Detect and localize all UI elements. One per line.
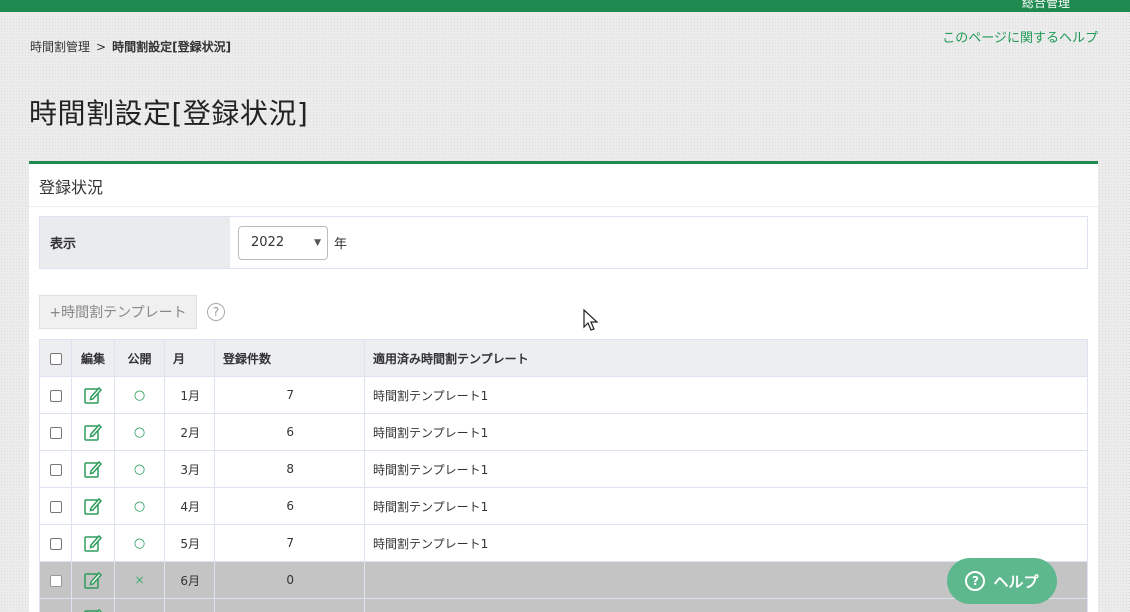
top-bar: 総合管理 xyxy=(0,0,1130,12)
floating-help-label: ヘルプ xyxy=(993,572,1039,591)
registration-panel: 登録状況 表示 2022 ▼ 年 +時間割テンプレート ? 編集 公開 月 登録… xyxy=(29,161,1098,612)
row-public: ○ xyxy=(114,450,165,488)
edit-icon[interactable] xyxy=(83,533,103,553)
header-public: 公開 xyxy=(114,339,165,377)
edit-icon[interactable] xyxy=(83,422,103,442)
row-edit-cell[interactable] xyxy=(71,524,115,562)
registration-table: 編集 公開 月 登録件数 適用済み時間割テンプレート ○ 1月 7 時間割テンプ… xyxy=(39,339,1088,612)
public-status: ○ xyxy=(133,424,146,440)
help-question-icon[interactable]: ? xyxy=(207,303,225,321)
row-count: 7 xyxy=(214,376,365,414)
public-status: ○ xyxy=(133,498,146,514)
row-checkbox[interactable] xyxy=(49,389,62,402)
row-count: 0 xyxy=(214,598,365,612)
header-select-all[interactable] xyxy=(39,339,72,377)
filter-label: 表示 xyxy=(40,217,230,268)
row-public: ○ xyxy=(114,524,165,562)
table-row: ○ 5月 7 時間割テンプレート1 xyxy=(39,524,1088,562)
row-select-cell[interactable] xyxy=(39,376,72,414)
row-month: 5月 xyxy=(164,524,215,562)
filter-value: 2022 ▼ 年 xyxy=(230,217,347,268)
row-select-cell[interactable] xyxy=(39,413,72,451)
row-checkbox[interactable] xyxy=(49,426,62,439)
row-month: 4月 xyxy=(164,487,215,525)
breadcrumb-current: 時間割設定[登録状況] xyxy=(112,40,232,54)
row-template: 時間割テンプレート1 xyxy=(364,487,1088,525)
public-status: ○ xyxy=(133,461,146,477)
table-header-row: 編集 公開 月 登録件数 適用済み時間割テンプレート xyxy=(39,339,1088,377)
edit-icon[interactable] xyxy=(83,607,103,612)
row-select-cell[interactable] xyxy=(39,487,72,525)
table-row: × 6月 0 xyxy=(39,561,1088,599)
row-month: 6月 xyxy=(164,561,215,599)
row-select-cell[interactable] xyxy=(39,524,72,562)
floating-help-button[interactable]: ? ヘルプ xyxy=(947,558,1057,604)
row-edit-cell[interactable] xyxy=(71,376,115,414)
row-count: 0 xyxy=(214,561,365,599)
panel-divider xyxy=(29,206,1098,207)
row-month: 1月 xyxy=(164,376,215,414)
row-checkbox[interactable] xyxy=(49,574,62,587)
page-title: 時間割設定[登録状況] xyxy=(29,97,309,130)
panel-title: 登録状況 xyxy=(39,178,104,197)
header-month: 月 xyxy=(164,339,215,377)
table-row: ○ 1月 7 時間割テンプレート1 xyxy=(39,376,1088,414)
row-month: 2月 xyxy=(164,413,215,451)
row-month: 7月 xyxy=(164,598,215,612)
row-select-cell[interactable] xyxy=(39,598,72,612)
row-select-cell[interactable] xyxy=(39,561,72,599)
table-row: ○ 3月 8 時間割テンプレート1 xyxy=(39,450,1088,488)
row-count: 7 xyxy=(214,524,365,562)
row-template: 時間割テンプレート1 xyxy=(364,524,1088,562)
breadcrumb: 時間割管理 > 時間割設定[登録状況] xyxy=(30,38,231,55)
row-public: × xyxy=(114,598,165,612)
page-help-link[interactable]: このページに関するヘルプ xyxy=(942,27,1098,46)
row-template: 時間割テンプレート1 xyxy=(364,450,1088,488)
header-template: 適用済み時間割テンプレート xyxy=(364,339,1088,377)
row-edit-cell[interactable] xyxy=(71,487,115,525)
edit-icon[interactable] xyxy=(83,570,103,590)
filter-row: 表示 2022 ▼ 年 xyxy=(39,216,1088,269)
row-public: ○ xyxy=(114,487,165,525)
table-row: ○ 4月 6 時間割テンプレート1 xyxy=(39,487,1088,525)
row-edit-cell[interactable] xyxy=(71,450,115,488)
public-status: ○ xyxy=(133,387,146,403)
mouse-pointer-icon xyxy=(583,309,599,331)
row-select-cell[interactable] xyxy=(39,450,72,488)
year-select-value: 2022 xyxy=(251,235,285,250)
breadcrumb-separator: > xyxy=(96,39,107,54)
select-all-checkbox[interactable] xyxy=(49,352,62,365)
table-row: × 7月 0 xyxy=(39,598,1088,612)
row-month: 3月 xyxy=(164,450,215,488)
row-checkbox[interactable] xyxy=(49,537,62,550)
chevron-down-icon: ▼ xyxy=(314,237,321,248)
row-edit-cell[interactable] xyxy=(71,413,115,451)
row-count: 8 xyxy=(214,450,365,488)
edit-icon[interactable] xyxy=(83,459,103,479)
row-edit-cell[interactable] xyxy=(71,561,115,599)
year-select[interactable]: 2022 ▼ xyxy=(238,225,328,260)
top-bar-user[interactable]: 総合管理 xyxy=(1022,0,1070,11)
header-edit: 編集 xyxy=(71,339,115,377)
row-edit-cell[interactable] xyxy=(71,598,115,612)
header-count: 登録件数 xyxy=(214,339,365,377)
public-status: ○ xyxy=(133,535,146,551)
year-suffix: 年 xyxy=(334,237,348,252)
question-circle-icon: ? xyxy=(965,571,986,591)
row-count: 6 xyxy=(214,413,365,451)
row-public: × xyxy=(114,561,165,599)
breadcrumb-parent[interactable]: 時間割管理 xyxy=(30,38,90,55)
edit-icon[interactable] xyxy=(83,496,103,516)
row-public: ○ xyxy=(114,376,165,414)
row-checkbox[interactable] xyxy=(49,500,62,513)
row-public: ○ xyxy=(114,413,165,451)
row-template: 時間割テンプレート1 xyxy=(364,413,1088,451)
add-template-button[interactable]: +時間割テンプレート xyxy=(39,295,197,329)
row-count: 6 xyxy=(214,487,365,525)
edit-icon[interactable] xyxy=(83,385,103,405)
row-template: 時間割テンプレート1 xyxy=(364,376,1088,414)
row-checkbox[interactable] xyxy=(49,463,62,476)
table-row: ○ 2月 6 時間割テンプレート1 xyxy=(39,413,1088,451)
public-status: × xyxy=(134,573,145,587)
